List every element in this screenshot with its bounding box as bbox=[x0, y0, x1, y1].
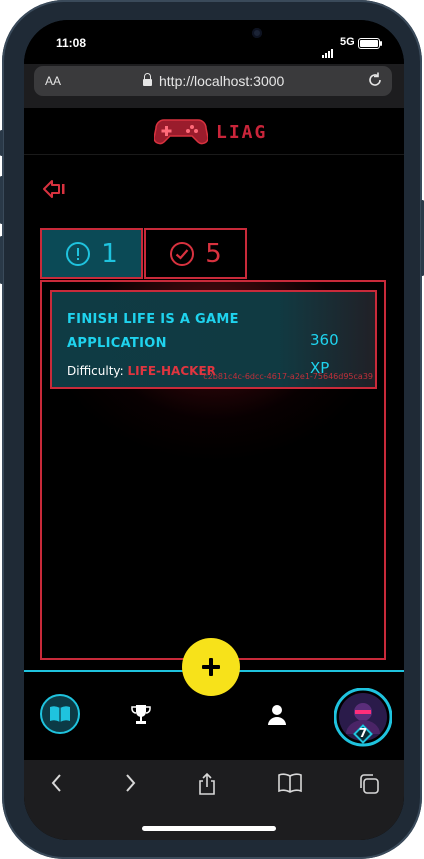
quest-card[interactable]: FINISH LIFE IS A GAME APPLICATION Diffic… bbox=[50, 290, 377, 389]
xp-value: 360 bbox=[310, 331, 339, 349]
lock-icon bbox=[143, 73, 152, 86]
avatar[interactable]: 7 bbox=[333, 687, 393, 747]
alert-circle-icon bbox=[66, 241, 91, 266]
quest-list-panel: FINISH LIFE IS A GAME APPLICATION Diffic… bbox=[40, 280, 386, 660]
check-circle-icon bbox=[170, 241, 195, 266]
completed-quests-count: 5 bbox=[205, 238, 222, 269]
user-icon bbox=[268, 705, 286, 725]
book-icon bbox=[50, 706, 70, 722]
trophy-icon bbox=[131, 705, 151, 724]
nav-quests-button[interactable] bbox=[40, 694, 80, 734]
signal-icon bbox=[322, 39, 334, 58]
gamepad-icon bbox=[154, 119, 208, 145]
book-open-icon bbox=[278, 773, 302, 793]
text-size-button[interactable]: AA bbox=[45, 74, 61, 88]
url-text[interactable]: http://localhost:3000 bbox=[159, 73, 284, 89]
add-quest-button[interactable] bbox=[182, 638, 240, 696]
side-button bbox=[0, 130, 3, 156]
quest-difficulty: Difficulty: LIFE-HACKER bbox=[67, 364, 216, 378]
share-button[interactable] bbox=[197, 772, 217, 800]
bookmarks-button[interactable] bbox=[277, 772, 303, 798]
quest-title: FINISH LIFE IS A GAME APPLICATION bbox=[67, 312, 239, 351]
browser-back-button[interactable] bbox=[48, 772, 66, 798]
browser-address-area: AA http://localhost:3000 bbox=[24, 64, 404, 108]
nav-achievements-button[interactable] bbox=[131, 704, 151, 730]
status-time: 11:08 bbox=[56, 36, 87, 50]
tab-completed-quests[interactable]: 5 bbox=[144, 228, 247, 279]
quest-id: c2b81c4c-6dcc-4617-a2e1-75646d95ca39 bbox=[203, 372, 373, 381]
level-number: 7 bbox=[358, 726, 368, 740]
back-arrow-icon bbox=[43, 180, 65, 198]
chevron-right-icon bbox=[126, 774, 136, 792]
browser-forward-button[interactable] bbox=[121, 772, 139, 798]
address-bar[interactable]: AA http://localhost:3000 bbox=[34, 66, 392, 96]
tabs-icon bbox=[360, 774, 379, 794]
battery-icon bbox=[358, 38, 382, 49]
tabs-button[interactable] bbox=[357, 772, 381, 800]
chevron-left-icon bbox=[51, 774, 61, 792]
active-quests-count: 1 bbox=[101, 238, 118, 269]
reload-icon[interactable] bbox=[366, 71, 384, 94]
difficulty-label: Difficulty: bbox=[67, 364, 124, 378]
app-content: LIAG 1 5 FINISH LIFE IS A GAME APPLICATI… bbox=[24, 108, 404, 760]
network-type: 5G bbox=[340, 36, 355, 48]
plus-icon bbox=[202, 658, 220, 676]
phone-frame: 11:08 5G AA http://localhost:3000 LIAG 1… bbox=[0, 0, 424, 859]
back-button[interactable] bbox=[42, 178, 68, 204]
notch bbox=[128, 20, 300, 50]
camera bbox=[252, 28, 262, 38]
side-button bbox=[0, 236, 3, 284]
home-indicator bbox=[142, 826, 276, 831]
side-button bbox=[0, 176, 3, 224]
logo-text: LIAG bbox=[216, 122, 268, 143]
app-logo[interactable]: LIAG bbox=[154, 114, 274, 148]
browser-toolbar bbox=[24, 760, 404, 840]
tab-active-quests[interactable]: 1 bbox=[40, 228, 143, 279]
nav-profile-button[interactable] bbox=[267, 704, 287, 730]
screen: 11:08 5G AA http://localhost:3000 LIAG 1… bbox=[24, 20, 404, 840]
share-icon bbox=[199, 772, 215, 795]
header-divider bbox=[24, 154, 404, 155]
level-badge: 7 bbox=[353, 724, 373, 744]
